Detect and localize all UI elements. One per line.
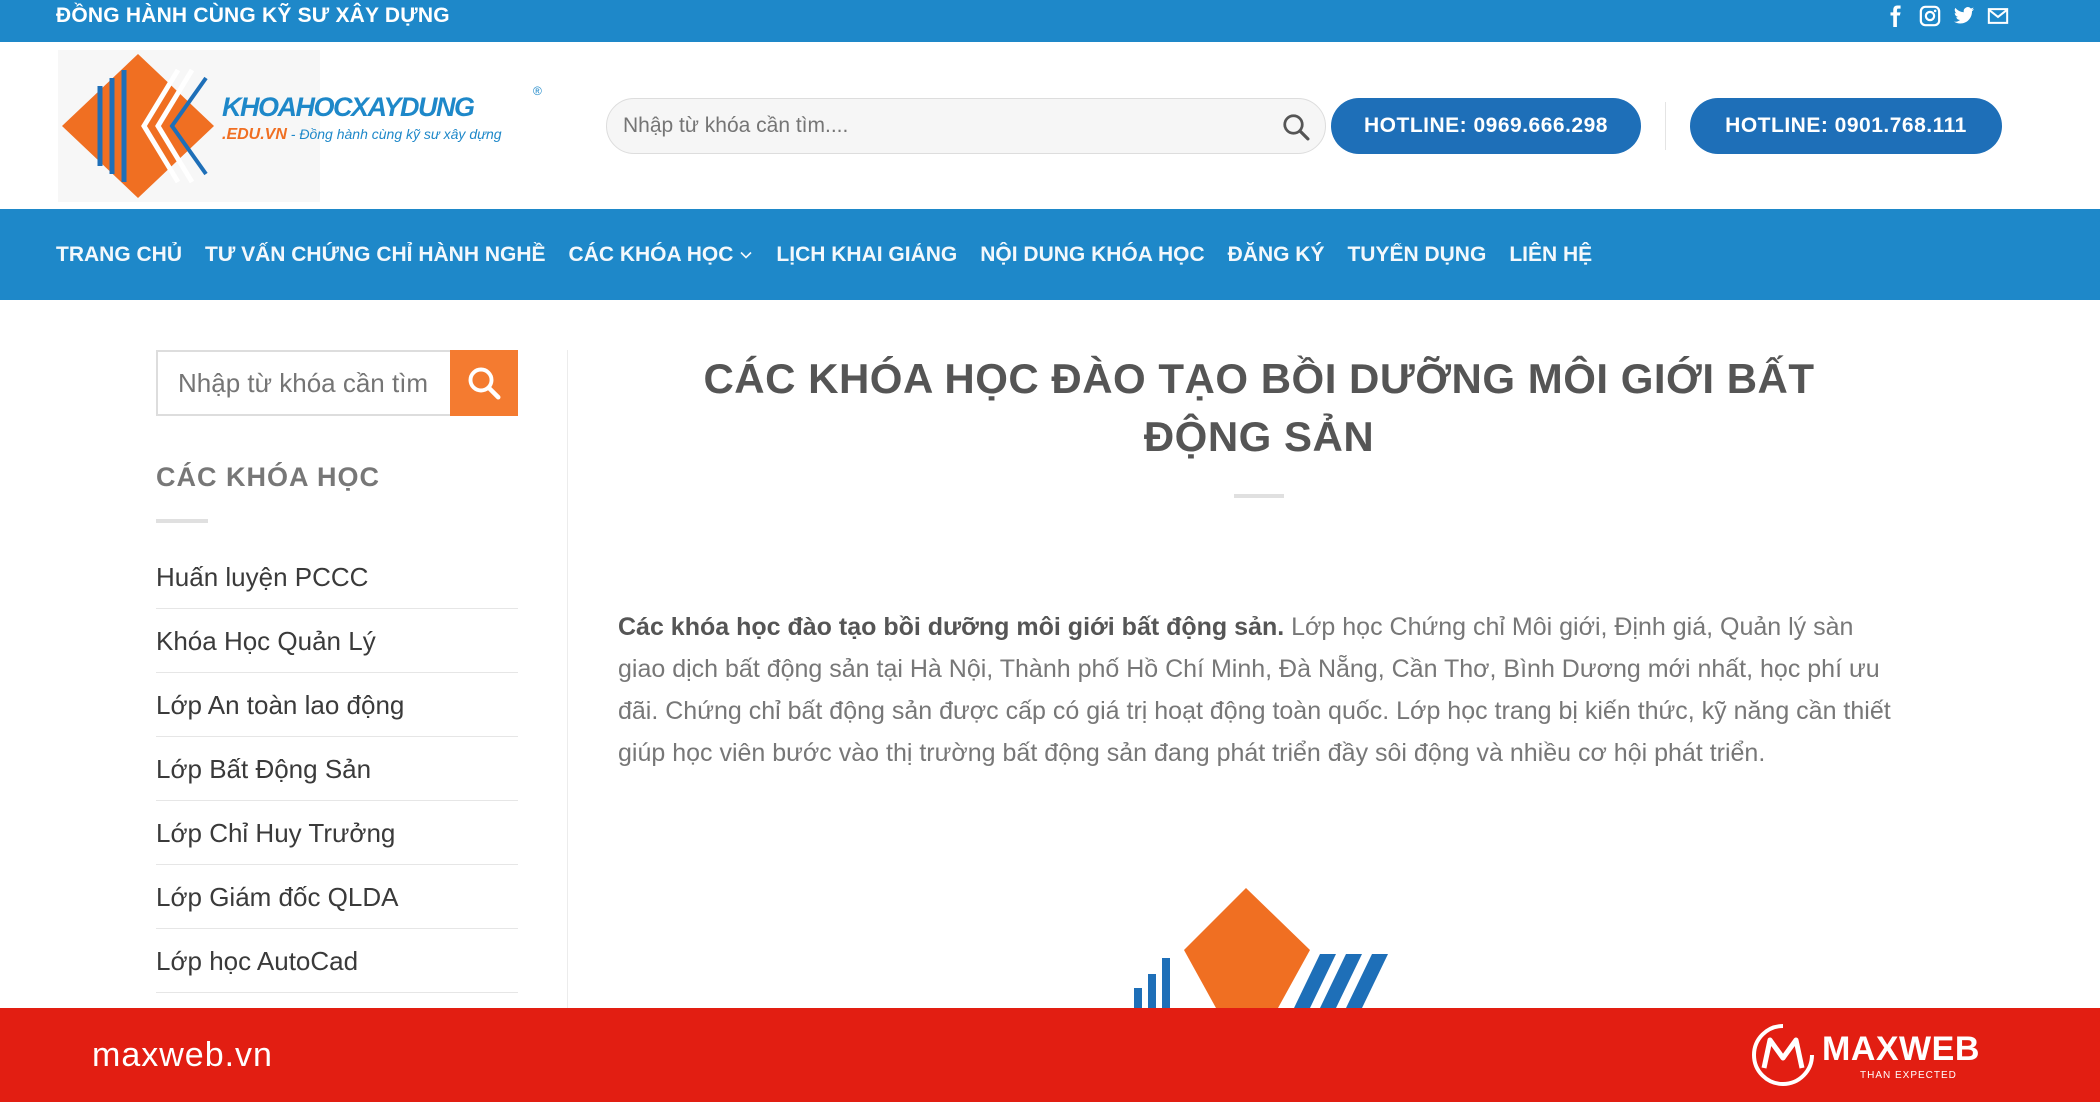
sidebar-divider — [567, 350, 568, 1010]
footer-brand-name: MAXWEB — [1822, 1030, 1980, 1068]
logo-domain: .EDU.VN — [222, 126, 287, 143]
hotline-button-1[interactable]: HOTLINE: 0969.666.298 — [1331, 98, 1641, 154]
chevron-down-icon — [740, 251, 752, 259]
nav-item-contact[interactable]: LIÊN HỆ — [1509, 243, 1592, 267]
page-title: CÁC KHÓA HỌC ĐÀO TẠO BỒI DƯỠNG MÔI GIỚI … — [618, 350, 1900, 466]
intro-paragraph: Các khóa học đào tạo bồi dưỡng môi giới … — [618, 606, 1900, 774]
logo-wordmark: KHOAHOCXAYDUNG — [222, 92, 475, 122]
logo-slogan: - Đồng hành cùng kỹ sư xây dựng — [286, 126, 502, 142]
title-divider — [1234, 494, 1284, 498]
sidebar-title-divider — [156, 519, 208, 523]
hotline-button-2[interactable]: HOTLINE: 0901.768.111 — [1690, 98, 2002, 154]
main-nav: TRANG CHỦ TƯ VẤN CHỨNG CHỈ HÀNH NGHỀ CÁC… — [0, 209, 2100, 300]
logo-subtitle: .EDU.VN - Đồng hành cùng kỹ sư xây dựng — [222, 126, 502, 144]
footer-site-link[interactable]: maxweb.vn — [92, 1008, 273, 1102]
nav-item-content[interactable]: NỘI DUNG KHÓA HỌC — [980, 243, 1204, 267]
twitter-icon[interactable] — [1952, 4, 1976, 28]
list-item[interactable]: Lớp Bất Động Sản — [156, 737, 518, 801]
list-item[interactable]: Huấn luyện PCCC — [156, 545, 518, 609]
list-item[interactable]: Lớp An toàn lao động — [156, 673, 518, 737]
page-title-line-2: ĐỘNG SẢN — [1143, 413, 1375, 460]
sidebar-search-button[interactable] — [450, 350, 518, 416]
intro-bold: Các khóa học đào tạo bồi dưỡng môi giới … — [618, 613, 1285, 641]
nav-item-home[interactable]: TRANG CHỦ — [56, 243, 182, 267]
logo-registered-mark: ® — [533, 84, 542, 98]
footer-brand-tag: THAN EXPECTED — [1860, 1070, 1957, 1081]
site-header: KHOAHOCXAYDUNG ® .EDU.VN - Đồng hành cùn… — [0, 42, 2100, 209]
sidebar: CÁC KHÓA HỌC Huấn luyện PCCC Khóa Học Qu… — [156, 350, 518, 993]
page-title-line-1: CÁC KHÓA HỌC ĐÀO TẠO BỒI DƯỠNG MÔI GIỚI … — [703, 355, 1815, 402]
nav-item-schedule[interactable]: LỊCH KHAI GIẢNG — [776, 243, 957, 267]
nav-item-courses[interactable]: CÁC KHÓA HỌC — [569, 243, 754, 267]
list-item[interactable]: Lớp học AutoCad — [156, 929, 518, 993]
list-item[interactable]: Khóa Học Quản Lý — [156, 609, 518, 673]
footer-bar: maxweb.vn MAXWEB THAN EXPECTED — [0, 1008, 2100, 1102]
nav-item-courses-label: CÁC KHÓA HỌC — [568, 242, 734, 266]
nav-item-consulting[interactable]: TƯ VẤN CHỨNG CHỈ HÀNH NGHỀ — [205, 243, 546, 267]
sidebar-course-list: Huấn luyện PCCC Khóa Học Quản Lý Lớp An … — [156, 545, 518, 993]
social-links — [1884, 4, 2010, 28]
search-icon[interactable] — [1281, 112, 1311, 142]
sidebar-search — [156, 350, 518, 416]
search-icon — [468, 367, 501, 400]
top-bar: ĐỒNG HÀNH CÙNG KỸ SƯ XÂY DỰNG — [0, 0, 2100, 42]
sidebar-title: CÁC KHÓA HỌC — [156, 462, 380, 492]
nav-item-recruitment[interactable]: TUYỂN DỤNG — [1347, 243, 1486, 267]
main-content: CÁC KHÓA HỌC ĐÀO TẠO BỒI DƯỠNG MÔI GIỚI … — [618, 350, 1900, 774]
list-item[interactable]: Lớp Giám đốc QLDA — [156, 865, 518, 929]
footer-brand: MAXWEB THAN EXPECTED — [1748, 1022, 1988, 1088]
instagram-icon[interactable] — [1918, 4, 1942, 28]
top-tagline: ĐỒNG HÀNH CÙNG KỸ SƯ XÂY DỰNG — [56, 4, 450, 27]
list-item[interactable]: Lớp Chỉ Huy Trưởng — [156, 801, 518, 865]
maxweb-logo-icon — [1752, 1024, 1814, 1086]
sidebar-search-input[interactable] — [156, 350, 452, 416]
envelope-icon[interactable] — [1986, 4, 2010, 28]
header-search-input[interactable] — [623, 99, 1263, 153]
header-search — [606, 98, 1326, 154]
header-divider — [1665, 102, 1666, 150]
nav-item-register[interactable]: ĐĂNG KÝ — [1228, 243, 1325, 267]
hero-logo-image — [1134, 888, 1388, 1008]
facebook-icon[interactable] — [1884, 4, 1908, 28]
